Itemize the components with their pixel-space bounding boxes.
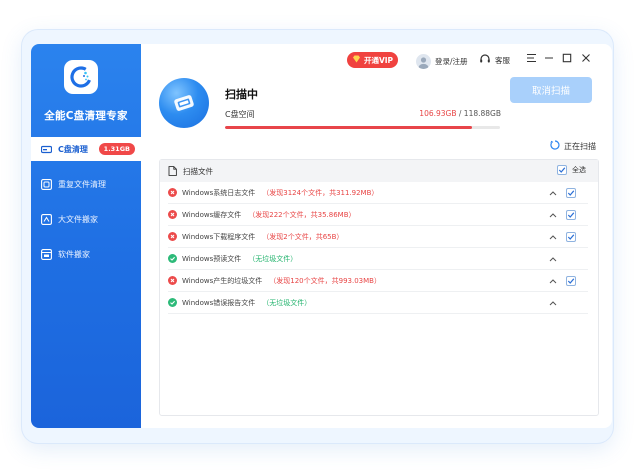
row-detail: （发现120个文件，共993.03MB） (269, 276, 381, 285)
avatar-icon (416, 53, 431, 69)
row-name: Windows缓存文件 (182, 210, 242, 219)
login-label: 登录/注册 (435, 56, 468, 66)
table-body: Windows系统日志文件 （发现3124个文件，共311.92MB） Window… (160, 182, 598, 314)
used-space: 106.93GB (419, 109, 457, 118)
row-detail: （发现222个文件，共35.86MB） (248, 210, 356, 219)
row-detail: （无垃圾文件） (248, 254, 298, 263)
customer-service-button[interactable]: 客服 (479, 53, 510, 67)
checkbox-checked-icon (557, 165, 567, 175)
close-button[interactable] (580, 53, 592, 65)
diamond-icon (352, 55, 361, 65)
maximize-button[interactable] (561, 53, 573, 65)
table-row[interactable]: Windows错误报告文件 （无垃圾文件） (168, 292, 588, 314)
table-header: 扫描文件 全选 (160, 160, 598, 182)
sidebar-item-duplicate-files[interactable]: 重复文件清理 (31, 172, 141, 196)
checkbox-checked-icon (566, 232, 576, 242)
disk-icon (41, 144, 52, 155)
table-row[interactable]: Windows预读文件 （无垃圾文件） (168, 248, 588, 270)
app-title: 全能C盘清理专家 (44, 110, 128, 122)
warning-status-icon (168, 232, 177, 241)
row-checkbox[interactable] (566, 210, 576, 221)
sidebar-item-label: C盘清理 (58, 144, 88, 154)
row-detail: （发现2个文件，共65B） (262, 232, 344, 241)
chevron-up-icon[interactable] (548, 188, 558, 198)
menu-button[interactable] (525, 53, 537, 65)
select-all-checkbox[interactable]: 全选 (557, 165, 586, 175)
warning-status-icon (168, 188, 177, 197)
drive-space-value: 106.93GB / 118.88GB (391, 109, 501, 118)
sidebar-item-label: 重复文件清理 (58, 179, 106, 189)
drive-usage-bar (225, 126, 500, 129)
chevron-up-icon[interactable] (548, 210, 558, 220)
service-label: 客服 (495, 55, 510, 65)
scan-status-label: 正在扫描 (564, 141, 596, 151)
row-name: Windows预读文件 (182, 254, 242, 263)
select-all-label: 全选 (572, 166, 586, 174)
headset-icon (479, 53, 491, 67)
chevron-up-icon[interactable] (548, 254, 558, 264)
scan-results-table: 扫描文件 全选 Windows系统日志文件 （发现3124个文件，共311.92M… (159, 159, 599, 416)
sidebar-item-c-drive-clean[interactable]: C盘清理 1.31GB (31, 137, 141, 161)
loading-spinner-icon (550, 140, 560, 152)
cleanable-size-badge: 1.31GB (98, 143, 135, 155)
chevron-up-icon[interactable] (548, 298, 558, 308)
space-separator: / (456, 109, 464, 118)
row-name: Windows系统日志文件 (182, 188, 256, 197)
row-checkbox[interactable] (566, 276, 576, 287)
row-checkbox[interactable] (566, 232, 576, 243)
large-file-icon (41, 213, 52, 225)
checkbox-checked-icon (566, 276, 576, 286)
table-row[interactable]: Windows系统日志文件 （发现3124个文件，共311.92MB） (168, 182, 588, 204)
chevron-up-icon[interactable] (548, 232, 558, 242)
maximize-icon (562, 53, 572, 66)
open-vip-button[interactable]: 开通VIP (347, 52, 398, 68)
minimize-icon (544, 53, 554, 66)
row-detail: （发现3124个文件，共311.92MB） (262, 188, 379, 197)
row-detail: （无垃圾文件） (262, 298, 312, 307)
sidebar-item-label: 软件搬家 (58, 249, 90, 259)
clean-status-icon (168, 298, 177, 307)
row-name: Windows错误报告文件 (182, 298, 256, 307)
checkbox-checked-icon (566, 210, 576, 220)
sidebar-item-label: 大文件搬家 (58, 214, 98, 224)
warning-status-icon (168, 210, 177, 219)
app-window: 全能C盘清理专家 C盘清理 1.31GB 重复文件清理 大文件搬家 软件搬家 开… (31, 44, 612, 428)
software-move-icon (41, 248, 52, 260)
table-row[interactable]: Windows产生的垃圾文件 （发现120个文件，共993.03MB） (168, 270, 588, 292)
menu-icon (526, 53, 537, 66)
checkbox-checked-icon (566, 188, 576, 198)
duplicate-file-icon (41, 178, 52, 190)
sidebar-item-software-move[interactable]: 软件搬家 (31, 242, 141, 266)
table-row[interactable]: Windows下载程序文件 （发现2个文件，共65B） (168, 226, 588, 248)
drive-scan-icon (159, 78, 209, 128)
total-space: 118.88GB (463, 109, 501, 118)
close-icon (581, 53, 591, 66)
table-row[interactable]: Windows缓存文件 （发现222个文件，共35.86MB） (168, 204, 588, 226)
app-logo-icon (64, 60, 98, 94)
table-header-label: 扫描文件 (183, 166, 213, 176)
login-register-button[interactable]: 登录/注册 (416, 52, 468, 70)
chevron-up-icon[interactable] (548, 276, 558, 286)
file-icon (168, 166, 177, 176)
scan-status: 正在扫描 (550, 140, 596, 152)
sidebar: 全能C盘清理专家 C盘清理 1.31GB 重复文件清理 大文件搬家 软件搬家 (31, 44, 141, 428)
drive-space-label: C盘空间 (225, 110, 255, 119)
row-name: Windows产生的垃圾文件 (182, 276, 263, 285)
vip-label: 开通VIP (363, 55, 394, 65)
row-checkbox[interactable] (566, 188, 576, 199)
clean-status-icon (168, 254, 177, 263)
cancel-scan-button[interactable]: 取消扫描 (510, 77, 592, 103)
sidebar-item-large-files[interactable]: 大文件搬家 (31, 207, 141, 231)
drive-usage-fill (225, 126, 473, 129)
warning-status-icon (168, 276, 177, 285)
row-name: Windows下载程序文件 (182, 232, 256, 241)
scan-title: 扫描中 (225, 88, 258, 101)
minimize-button[interactable] (543, 53, 555, 65)
